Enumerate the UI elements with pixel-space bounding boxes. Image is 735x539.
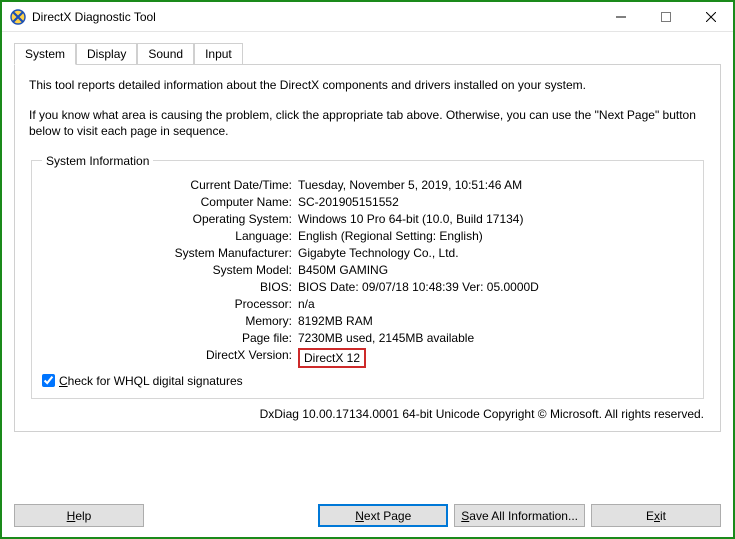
next-page-button[interactable]: Next Page (318, 504, 448, 527)
system-information-legend: System Information (42, 154, 153, 168)
info-label: BIOS: (42, 280, 298, 294)
tab-strip: System Display Sound Input (14, 43, 721, 65)
system-info-grid: Current Date/Time:Tuesday, November 5, 2… (42, 178, 693, 368)
titlebar: DirectX Diagnostic Tool (2, 2, 733, 32)
info-value: Windows 10 Pro 64-bit (10.0, Build 17134… (298, 212, 693, 226)
footer-text: DxDiag 10.00.17134.0001 64-bit Unicode C… (29, 407, 706, 421)
directx-icon (10, 9, 26, 25)
info-value: BIOS Date: 09/07/18 10:48:39 Ver: 05.000… (298, 280, 693, 294)
info-value: 7230MB used, 2145MB available (298, 331, 693, 345)
info-label: System Manufacturer: (42, 246, 298, 260)
info-label: Computer Name: (42, 195, 298, 209)
close-button[interactable] (688, 2, 733, 31)
intro-text: This tool reports detailed information a… (29, 77, 706, 140)
tab-system[interactable]: System (14, 43, 76, 65)
info-value: B450M GAMING (298, 263, 693, 277)
tab-input[interactable]: Input (194, 43, 243, 65)
whql-row: Check for WHQL digital signatures (42, 374, 693, 388)
intro-line-1: This tool reports detailed information a… (29, 77, 706, 93)
info-label: DirectX Version: (42, 348, 298, 368)
info-label: Operating System: (42, 212, 298, 226)
info-value: DirectX 12 (298, 348, 693, 368)
info-value: English (Regional Setting: English) (298, 229, 693, 243)
info-label: Current Date/Time: (42, 178, 298, 192)
info-label: System Model: (42, 263, 298, 277)
whql-checkbox[interactable] (42, 374, 55, 387)
whql-label[interactable]: Check for WHQL digital signatures (59, 374, 243, 388)
tab-display[interactable]: Display (76, 43, 137, 65)
intro-line-2: If you know what area is causing the pro… (29, 107, 706, 139)
info-label: Page file: (42, 331, 298, 345)
system-information-group: System Information Current Date/Time:Tue… (31, 154, 704, 399)
maximize-button[interactable] (643, 2, 688, 31)
minimize-button[interactable] (598, 2, 643, 31)
info-label: Language: (42, 229, 298, 243)
info-value: Gigabyte Technology Co., Ltd. (298, 246, 693, 260)
info-value: SC-201905151552 (298, 195, 693, 209)
info-value: 8192MB RAM (298, 314, 693, 328)
save-all-button[interactable]: Save All Information... (454, 504, 585, 527)
button-row: Help Next Page Save All Information... E… (2, 498, 733, 537)
info-label: Memory: (42, 314, 298, 328)
tab-sound[interactable]: Sound (137, 43, 194, 65)
exit-button[interactable]: Exit (591, 504, 721, 527)
window-controls (598, 2, 733, 31)
tab-panel-system: This tool reports detailed information a… (14, 64, 721, 432)
info-value: n/a (298, 297, 693, 311)
button-group-right: Next Page Save All Information... Exit (318, 504, 721, 527)
window: DirectX Diagnostic Tool System Display S… (2, 2, 733, 537)
directx-version-highlight: DirectX 12 (298, 348, 366, 368)
info-label: Processor: (42, 297, 298, 311)
window-title: DirectX Diagnostic Tool (32, 10, 598, 24)
content-area: System Display Sound Input This tool rep… (2, 32, 733, 498)
info-value: Tuesday, November 5, 2019, 10:51:46 AM (298, 178, 693, 192)
help-button[interactable]: Help (14, 504, 144, 527)
